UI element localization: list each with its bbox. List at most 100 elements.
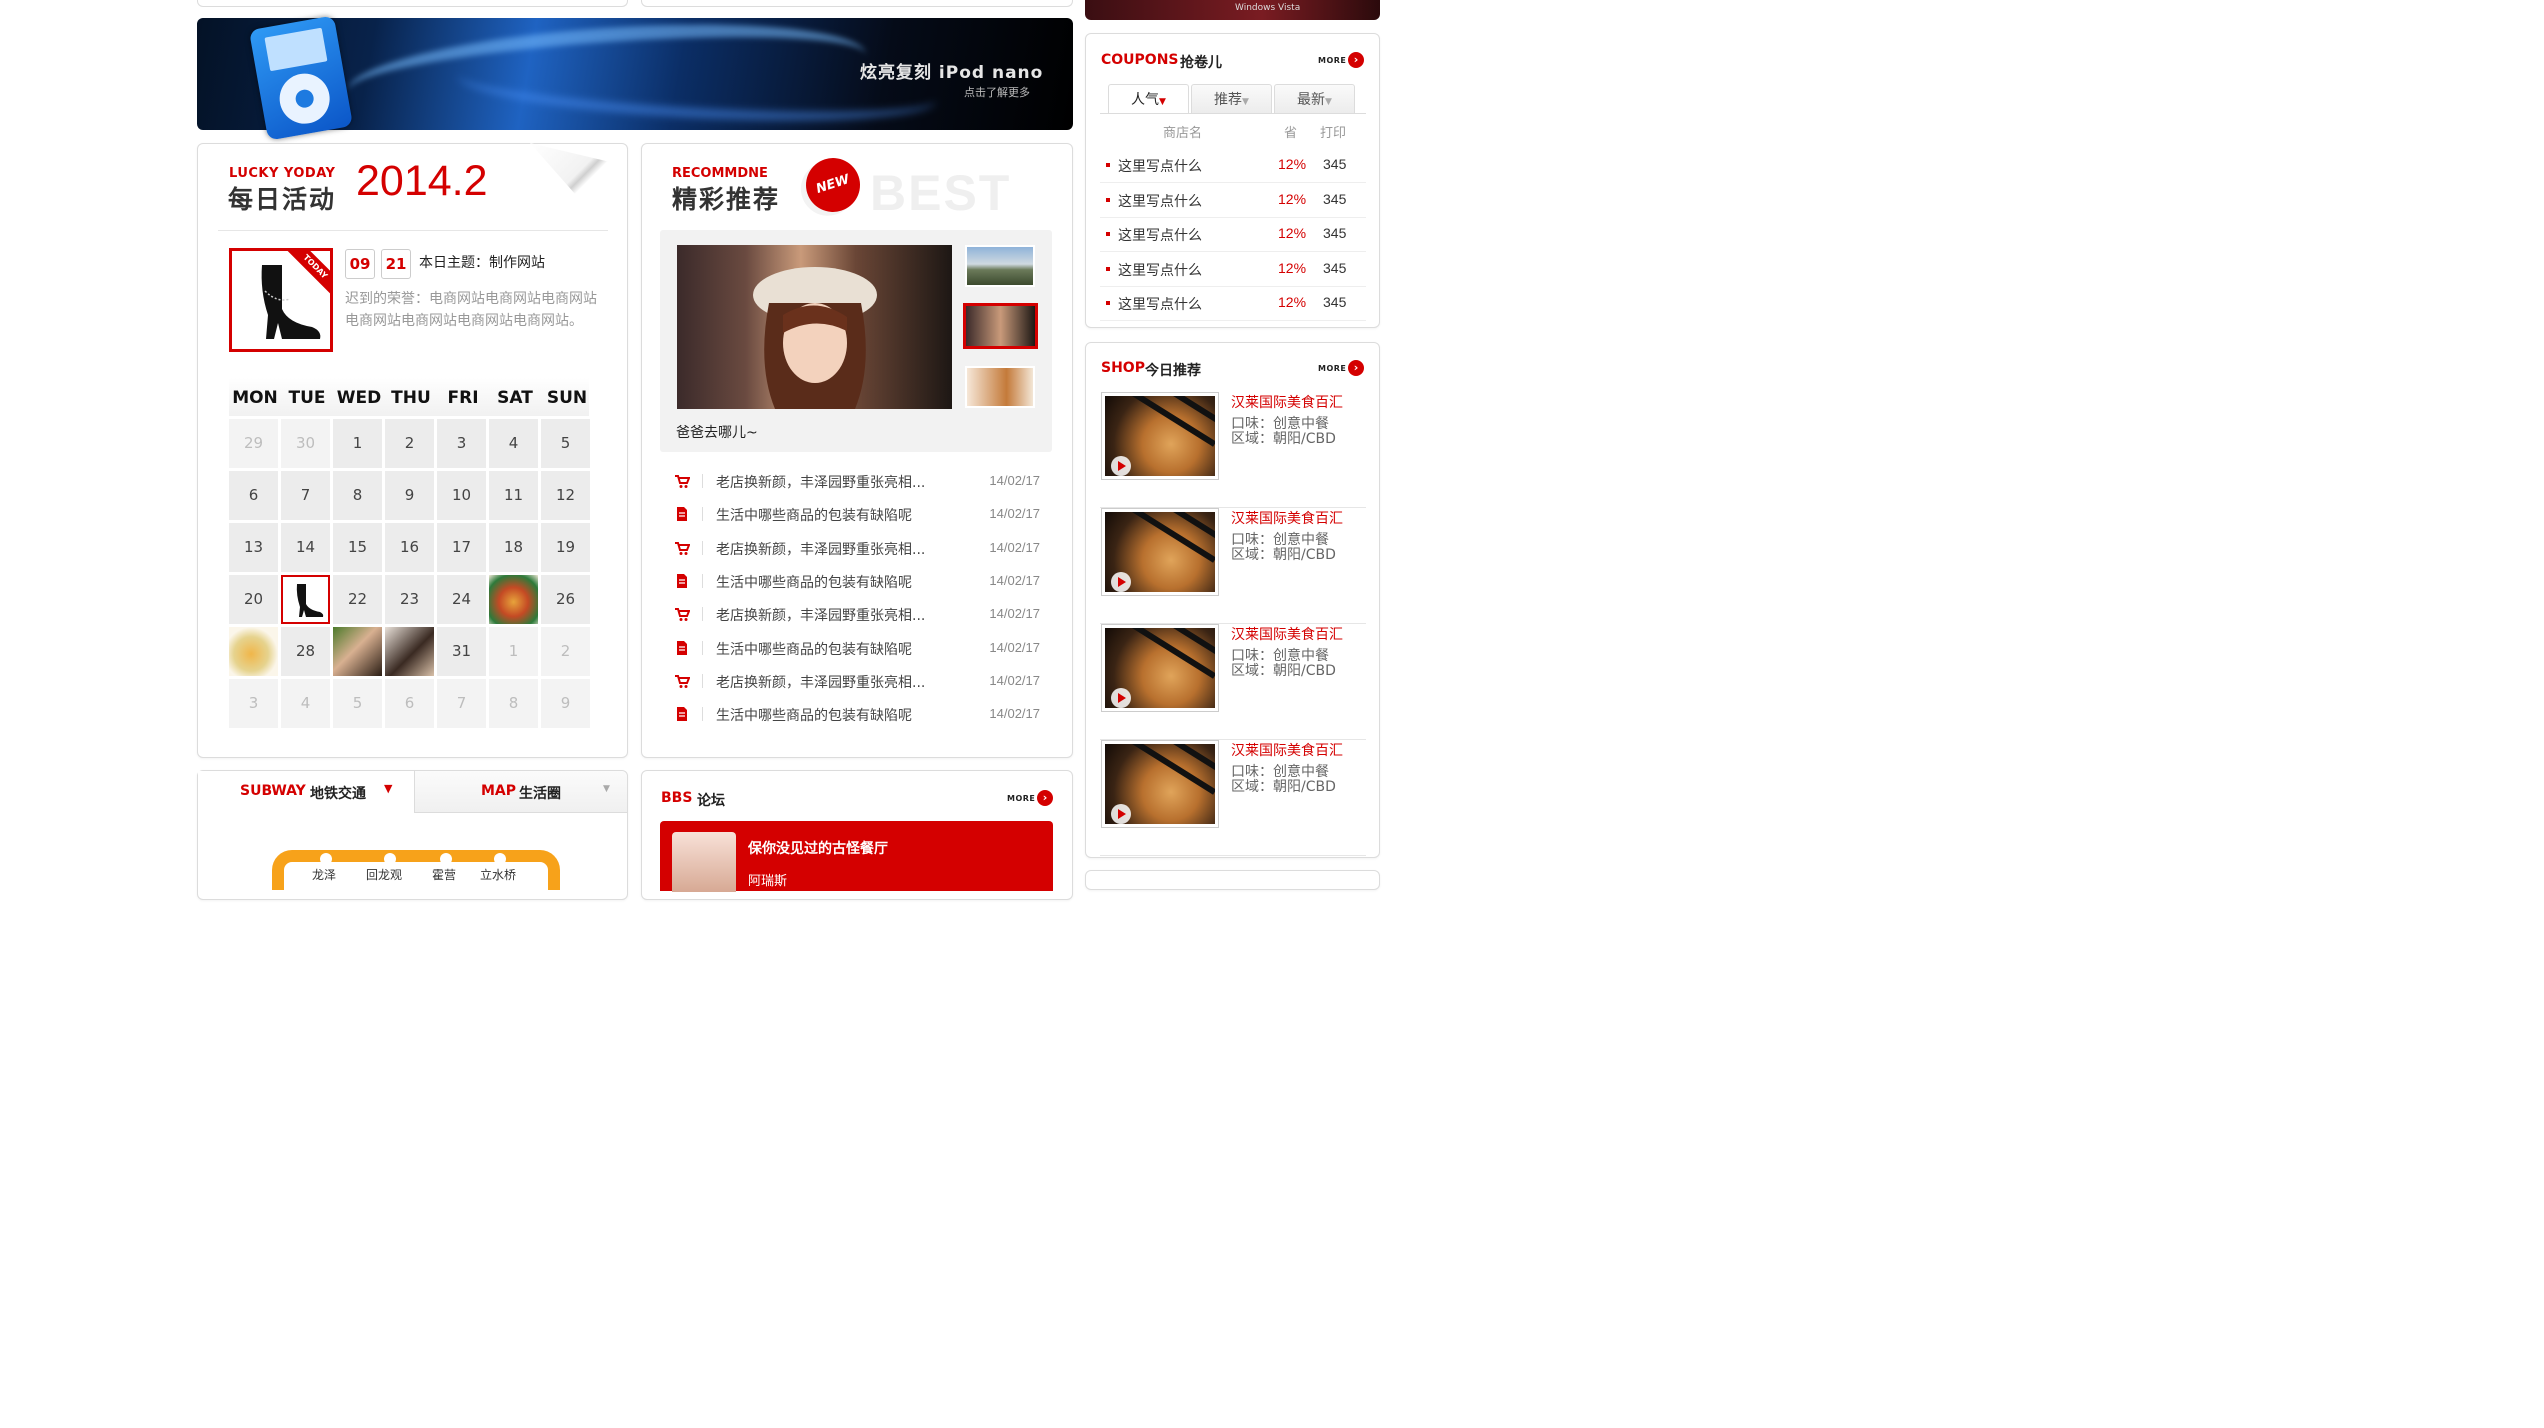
calendar-day[interactable]: 24 [437,575,486,624]
calendar-day[interactable]: 31 [437,627,486,676]
news-item[interactable]: 生活中哪些商品的包装有缺陷呢 14/02/17 [674,698,1040,731]
calendar-day[interactable]: 17 [437,523,486,572]
calendar-day[interactable]: 20 [229,575,278,624]
calendar-day[interactable]: 8 [489,679,538,728]
coupon-shop-name[interactable]: 这里写点什么 [1118,191,1202,211]
calendar-day-photo[interactable] [229,627,278,676]
calendar-day[interactable]: 4 [489,419,538,468]
thumbnail-woman-photo[interactable] [965,366,1035,408]
shop-name[interactable]: 汉莱国际美食百汇 [1231,740,1343,760]
calendar-day-photo[interactable] [333,627,382,676]
calendar-day[interactable]: 7 [281,471,330,520]
news-item[interactable]: 老店换新颜，丰泽园野重张亮相... 14/02/17 [674,665,1040,698]
bbs-headline[interactable]: 保你没见过的古怪餐厅 [748,838,888,858]
today-product-image[interactable]: TODAY [229,248,333,352]
calendar-day-selected[interactable] [281,575,330,624]
station-dot[interactable] [384,853,396,865]
tab-map[interactable]: MAP 生活圈 ▼ [414,771,627,813]
tab-popular[interactable]: 人气▼ [1108,84,1189,114]
calendar-day[interactable]: 13 [229,523,278,572]
shop-item[interactable]: 汉莱国际美食百汇 口味：创意中餐 区域：朝阳/CBD [1100,740,1366,856]
news-item[interactable]: 老店换新颜，丰泽园野重张亮相... 14/02/17 [674,598,1040,631]
calendar-day[interactable]: 4 [281,679,330,728]
coupon-shop-name[interactable]: 这里写点什么 [1118,294,1202,314]
coupon-shop-name[interactable]: 这里写点什么 [1118,225,1202,245]
tab-recommend[interactable]: 推荐▼ [1191,84,1272,114]
calendar-day[interactable]: 9 [385,471,434,520]
food-image[interactable] [1101,624,1219,712]
thumbnail-group-photo[interactable] [965,245,1035,287]
calendar-day[interactable]: 26 [541,575,590,624]
featured-caption[interactable]: 爸爸去哪儿~ [676,422,758,442]
calendar-day[interactable]: 19 [541,523,590,572]
more-arrow-icon[interactable]: › [1037,790,1053,806]
shop-name[interactable]: 汉莱国际美食百汇 [1231,624,1343,644]
calendar-day[interactable]: 15 [333,523,382,572]
coupon-row[interactable]: 这里写点什么 12% 345 [1100,252,1366,287]
shop-item[interactable]: 汉莱国际美食百汇 口味：创意中餐 区域：朝阳/CBD [1100,624,1366,740]
news-item[interactable]: 老店换新颜，丰泽园野重张亮相... 14/02/17 [674,532,1040,565]
play-icon[interactable] [1111,456,1131,476]
calendar-day[interactable]: 6 [229,471,278,520]
food-image[interactable] [1101,392,1219,480]
calendar-day[interactable]: 5 [333,679,382,728]
calendar-day[interactable]: 5 [541,419,590,468]
news-item[interactable]: 生活中哪些商品的包装有缺陷呢 14/02/17 [674,498,1040,531]
shop-item[interactable]: 汉莱国际美食百汇 口味：创意中餐 区域：朝阳/CBD [1100,508,1366,624]
shop-name[interactable]: 汉莱国际美食百汇 [1231,508,1343,528]
shop-more-link[interactable]: MORE [1318,364,1346,373]
calendar-day[interactable]: 18 [489,523,538,572]
coupon-shop-name[interactable]: 这里写点什么 [1118,156,1202,176]
calendar-day[interactable]: 29 [229,419,278,468]
food-image[interactable] [1101,508,1219,596]
news-item[interactable]: 生活中哪些商品的包装有缺陷呢 14/02/17 [674,632,1040,665]
news-title[interactable]: 生活中哪些商品的包装有缺陷呢 [716,505,912,525]
calendar-day[interactable]: 3 [437,419,486,468]
calendar-day[interactable]: 2 [541,627,590,676]
calendar-day[interactable]: 23 [385,575,434,624]
calendar-day[interactable]: 8 [333,471,382,520]
thumbnail-girl-photo[interactable] [963,303,1038,349]
news-title[interactable]: 生活中哪些商品的包装有缺陷呢 [716,639,912,659]
shop-name[interactable]: 汉莱国际美食百汇 [1231,392,1343,412]
calendar-day[interactable]: 16 [385,523,434,572]
station-dot[interactable] [320,853,332,865]
tab-subway[interactable]: SUBWAY 地铁交通 ▼ [198,771,412,813]
top-ad-strip[interactable]: Windows Vista [1085,0,1380,20]
calendar-day[interactable]: 7 [437,679,486,728]
featured-photo[interactable] [677,245,952,409]
calendar-day[interactable]: 2 [385,419,434,468]
calendar-day[interactable]: 11 [489,471,538,520]
news-title[interactable]: 老店换新颜，丰泽园野重张亮相... [716,672,925,692]
station-dot[interactable] [440,853,452,865]
calendar-day[interactable]: 12 [541,471,590,520]
coupon-row[interactable]: 这里写点什么 12% 345 [1100,217,1366,252]
more-arrow-icon[interactable]: › [1348,52,1364,68]
news-title[interactable]: 生活中哪些商品的包装有缺陷呢 [716,705,912,725]
news-title[interactable]: 生活中哪些商品的包装有缺陷呢 [716,572,912,592]
calendar-day[interactable]: 28 [281,627,330,676]
calendar-day[interactable]: 9 [541,679,590,728]
play-icon[interactable] [1111,572,1131,592]
play-icon[interactable] [1111,688,1131,708]
bbs-more-link[interactable]: MORE [1007,794,1035,803]
calendar-day[interactable]: 3 [229,679,278,728]
banner-subtitle[interactable]: 点击了解更多 [964,84,1030,100]
more-arrow-icon[interactable]: › [1348,360,1364,376]
news-title[interactable]: 老店换新颜，丰泽园野重张亮相... [716,472,925,492]
news-title[interactable]: 老店换新颜，丰泽园野重张亮相... [716,605,925,625]
calendar-day-photo[interactable] [489,575,538,624]
calendar-day[interactable]: 22 [333,575,382,624]
calendar-day[interactable]: 30 [281,419,330,468]
play-icon[interactable] [1111,804,1131,824]
news-item[interactable]: 生活中哪些商品的包装有缺陷呢 14/02/17 [674,565,1040,598]
calendar-day[interactable]: 1 [489,627,538,676]
calendar-day[interactable]: 1 [333,419,382,468]
coupon-row[interactable]: 这里写点什么 12% 345 [1100,286,1366,321]
news-title[interactable]: 老店换新颜，丰泽园野重张亮相... [716,539,925,559]
news-item[interactable]: 老店换新颜，丰泽园野重张亮相... 14/02/17 [674,465,1040,498]
calendar-day[interactable]: 14 [281,523,330,572]
coupons-more-link[interactable]: MORE [1318,56,1346,65]
calendar-day[interactable]: 10 [437,471,486,520]
coupon-row[interactable]: 这里写点什么 12% 345 [1100,148,1366,183]
